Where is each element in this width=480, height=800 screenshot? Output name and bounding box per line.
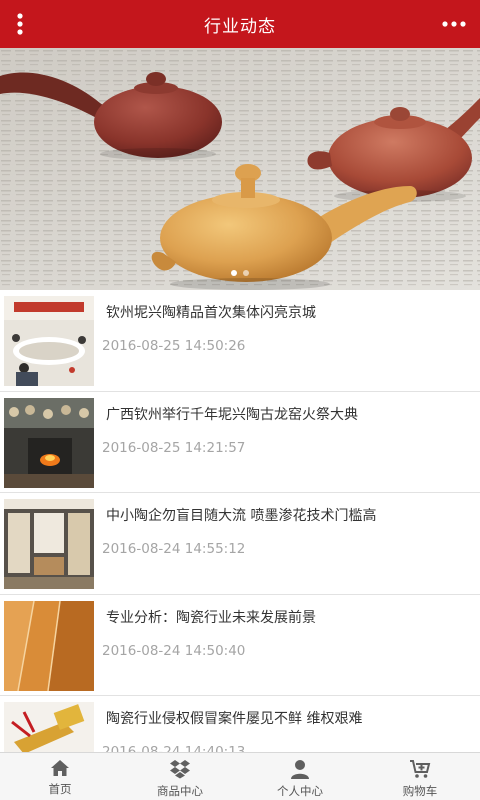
news-title: 专业分析：陶瓷行业未来发展前景	[106, 609, 316, 626]
tab-label: 购物车	[402, 784, 438, 798]
news-title: 钦州坭兴陶精品首次集体闪亮京城	[106, 305, 316, 321]
news-thumbnail	[4, 499, 94, 589]
banner-image	[0, 48, 480, 290]
top-bar: 行业动态	[0, 0, 480, 48]
news-date: 2016-08-24 14:40:13	[102, 744, 246, 752]
news-date: 2016-08-25 14:50:26	[102, 338, 246, 354]
news-date: 2016-08-24 14:55:12	[102, 541, 246, 557]
news-thumbnail	[4, 702, 94, 752]
page-title: 行业动态	[204, 16, 276, 37]
horizontal-dots-icon	[442, 21, 466, 27]
news-list: 钦州坭兴陶精品首次集体闪亮京城 2016-08-25 14:50:26 广西钦州…	[0, 290, 480, 752]
news-item-1[interactable]: 钦州坭兴陶精品首次集体闪亮京城 2016-08-25 14:50:26	[0, 290, 480, 392]
tab-label: 商品中心	[157, 784, 203, 798]
news-date: 2016-08-24 14:50:40	[102, 642, 246, 659]
cart-icon	[410, 760, 431, 778]
news-title: 陶瓷行业侵权假冒案件屡见不鲜 维权艰难	[106, 711, 363, 727]
more-button[interactable]	[428, 0, 480, 48]
carousel-dot-2[interactable]	[243, 270, 249, 276]
dropbox-icon	[170, 760, 190, 779]
tab-home[interactable]: 首页	[0, 753, 120, 800]
news-item-2[interactable]: 广西钦州举行千年坭兴陶古龙窑火祭大典 2016-08-25 14:21:57	[0, 392, 480, 493]
carousel-dot-1[interactable]	[231, 270, 237, 276]
vertical-dots-icon	[17, 13, 23, 35]
home-icon	[51, 760, 69, 776]
news-title: 中小陶企勿盲目随大流 喷墨渗花技术门槛高	[106, 508, 377, 524]
menu-button[interactable]	[0, 0, 40, 48]
tab-products[interactable]: 商品中心	[120, 753, 240, 800]
news-item-4[interactable]: 专业分析：陶瓷行业未来发展前景 2016-08-24 14:50:40	[0, 595, 480, 696]
tab-profile[interactable]: 个人中心	[240, 753, 360, 800]
news-item-5[interactable]: 陶瓷行业侵权假冒案件屡见不鲜 维权艰难 2016-08-24 14:40:13	[0, 696, 480, 752]
carousel-dots	[0, 270, 480, 276]
user-icon	[291, 760, 309, 779]
news-item-3[interactable]: 中小陶企勿盲目随大流 喷墨渗花技术门槛高 2016-08-24 14:55:12	[0, 493, 480, 595]
banner-carousel[interactable]	[0, 48, 480, 290]
tab-label: 首页	[48, 782, 72, 796]
news-thumbnail	[4, 296, 94, 386]
bottom-tab-bar: 首页 商品中心 个人中心 购物车	[0, 752, 480, 800]
news-date: 2016-08-25 14:21:57	[102, 439, 246, 456]
tab-cart[interactable]: 购物车	[360, 753, 480, 800]
news-thumbnail	[4, 600, 94, 691]
news-title: 广西钦州举行千年坭兴陶古龙窑火祭大典	[106, 406, 358, 423]
news-thumbnail	[4, 397, 94, 488]
tab-label: 个人中心	[277, 784, 323, 798]
